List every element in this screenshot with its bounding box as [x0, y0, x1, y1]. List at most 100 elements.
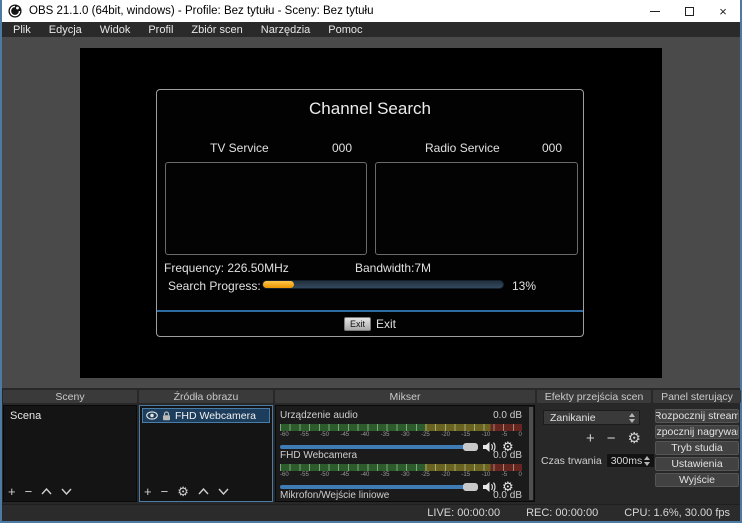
scenes-list: Scena + −	[3, 405, 137, 502]
exit-label: Exit	[376, 317, 396, 331]
scene-item[interactable]: Scena	[4, 406, 136, 426]
source-item-label: FHD Webcamera	[175, 410, 256, 422]
transition-selected-value: Zanikanie	[550, 412, 596, 424]
transition-select[interactable]: Zanikanie	[543, 410, 640, 425]
duration-row: Czas trwania 300ms	[541, 453, 647, 468]
channel-db: 0.0 dB	[493, 450, 522, 461]
studio-mode-button[interactable]: Tryb studia	[655, 441, 739, 455]
menu-pomoc[interactable]: Pomoc	[319, 24, 371, 36]
remove-transition-button[interactable]: −	[607, 431, 616, 446]
sources-list: FHD Webcamera + − ⚙	[139, 405, 273, 502]
tv-service-label: TV Service	[210, 141, 269, 155]
add-scene-button[interactable]: +	[8, 485, 16, 498]
add-transition-button[interactable]: +	[586, 431, 595, 446]
radio-service-label: Radio Service	[425, 141, 500, 155]
dialog-title: Channel Search	[157, 99, 583, 119]
start-streaming-button[interactable]: Rozpocznij stream	[655, 409, 739, 423]
volume-meter	[280, 424, 522, 431]
channel-name: FHD Webcamera	[280, 450, 357, 461]
move-source-down-button[interactable]	[218, 488, 229, 495]
bandwidth-text: Bandwidth:7M	[355, 261, 431, 275]
mixer-channel-microphone: Mikrofon/Wejście liniowe 0.0 dB	[280, 488, 522, 502]
exit-button[interactable]: Exit	[344, 317, 371, 331]
scenes-header: Sceny	[3, 390, 137, 403]
search-progress-fill	[263, 281, 294, 288]
video-canvas[interactable]: Channel Search TV Service 000 Radio Serv…	[80, 48, 662, 378]
remove-source-button[interactable]: −	[161, 485, 169, 498]
channel-db: 0.0 dB	[493, 490, 522, 501]
mixer-scrollbar[interactable]	[529, 407, 533, 500]
search-progress-label: Search Progress:	[168, 279, 261, 293]
window-controls: ×	[638, 0, 740, 22]
maximize-icon	[685, 7, 694, 16]
menu-zbior-scen[interactable]: Zbiór scen	[182, 24, 251, 36]
sources-dock: Źródła obrazu FHD Webcamera + − ⚙	[139, 390, 273, 502]
transitions-dock: Efekty przejścia scen Zanikanie + − ⚙ Cz…	[537, 390, 651, 502]
frequency-text: Frequency: 226.50MHz	[164, 261, 289, 275]
start-recording-button[interactable]: Rozpocznij nagrywanie	[655, 425, 739, 439]
remove-scene-button[interactable]: −	[25, 485, 33, 498]
channel-name: Mikrofon/Wejście liniowe	[280, 490, 389, 501]
obs-window: OBS 21.1.0 (64bit, windows) - Profile: B…	[0, 0, 742, 523]
quit-button[interactable]: Wyjście	[655, 473, 739, 487]
titlebar: OBS 21.1.0 (64bit, windows) - Profile: B…	[2, 0, 740, 22]
cpu-fps: CPU: 1.6%, 30.00 fps	[624, 507, 730, 519]
transitions-body: Zanikanie + − ⚙ Czas trwania 300ms	[537, 405, 651, 502]
menu-widok[interactable]: Widok	[91, 24, 140, 36]
mixer-channel-audio-device: Urządzenie audio 0.0 dB -60-55-50-45-40-…	[280, 408, 522, 448]
minimize-button[interactable]	[638, 0, 672, 22]
menu-edycja[interactable]: Edycja	[40, 24, 91, 36]
move-scene-down-button[interactable]	[61, 488, 72, 495]
menu-narzedzia[interactable]: Narzędzia	[252, 24, 320, 36]
transitions-header: Efekty przejścia scen	[537, 390, 651, 403]
duration-spinner-icon[interactable]	[642, 456, 652, 466]
duration-label: Czas trwania	[541, 455, 602, 467]
dock-area: Sceny Scena + − Źródła obrazu FHD Webcam…	[2, 388, 740, 504]
meter-scale: -60-55-50-45-40-35-30-25-20-15-10-50	[280, 432, 522, 438]
channel-db: 0.0 dB	[493, 410, 522, 421]
close-button[interactable]: ×	[706, 0, 740, 22]
search-progress-percent: 13%	[512, 279, 536, 293]
obs-logo-icon	[8, 4, 22, 18]
minimize-icon	[650, 11, 660, 12]
dialog-divider	[157, 310, 583, 312]
mixer-dock: Mikser Urządzenie audio 0.0 dB -60-55-50…	[275, 390, 535, 502]
menu-profil[interactable]: Profil	[139, 24, 182, 36]
move-source-up-button[interactable]	[198, 488, 209, 495]
transitions-toolbar: + − ⚙	[541, 431, 641, 446]
duration-input[interactable]: 300ms	[606, 453, 656, 468]
lock-icon[interactable]	[162, 411, 171, 421]
sources-header: Źródła obrazu	[139, 390, 273, 403]
mixer-body: Urządzenie audio 0.0 dB -60-55-50-45-40-…	[275, 405, 535, 502]
control-panel-body: Rozpocznij stream Rozpocznij nagrywanie …	[653, 405, 741, 502]
preview-area: Channel Search TV Service 000 Radio Serv…	[2, 37, 740, 388]
add-source-button[interactable]: +	[144, 485, 152, 498]
maximize-button[interactable]	[672, 0, 706, 22]
move-scene-up-button[interactable]	[41, 488, 52, 495]
tv-service-list	[165, 162, 367, 255]
live-time: LIVE: 00:00:00	[427, 507, 500, 519]
menubar: Plik Edycja Widok Profil Zbiór scen Narz…	[2, 22, 740, 37]
dropdown-spinner-icon	[627, 413, 637, 423]
scenes-toolbar: + −	[8, 485, 72, 498]
visibility-eye-icon[interactable]	[146, 411, 158, 420]
source-item-selected[interactable]: FHD Webcamera	[142, 408, 270, 423]
control-panel-dock: Panel sterujący Rozpocznij stream Rozpoc…	[653, 390, 741, 502]
settings-button[interactable]: Ustawienia	[655, 457, 739, 471]
search-progress-bar	[262, 280, 504, 289]
channel-search-dialog: Channel Search TV Service 000 Radio Serv…	[156, 89, 584, 337]
menu-plik[interactable]: Plik	[4, 24, 40, 36]
source-properties-gear-button[interactable]: ⚙	[177, 485, 189, 498]
scenes-dock: Sceny Scena + −	[3, 390, 137, 502]
sources-toolbar: + − ⚙	[144, 485, 229, 498]
volume-meter	[280, 464, 522, 471]
mixer-channel-webcam: FHD Webcamera 0.0 dB -60-55-50-45-40-35-…	[280, 448, 522, 488]
transition-properties-gear-button[interactable]: ⚙	[628, 431, 641, 446]
mixer-header: Mikser	[275, 390, 535, 403]
window-title: OBS 21.1.0 (64bit, windows) - Profile: B…	[29, 5, 374, 17]
meter-scale: -60-55-50-45-40-35-30-25-20-15-10-50	[280, 472, 522, 478]
close-icon: ×	[719, 5, 727, 18]
rec-time: REC: 00:00:00	[526, 507, 598, 519]
tv-service-value: 000	[332, 141, 352, 155]
duration-value: 300ms	[611, 455, 643, 467]
